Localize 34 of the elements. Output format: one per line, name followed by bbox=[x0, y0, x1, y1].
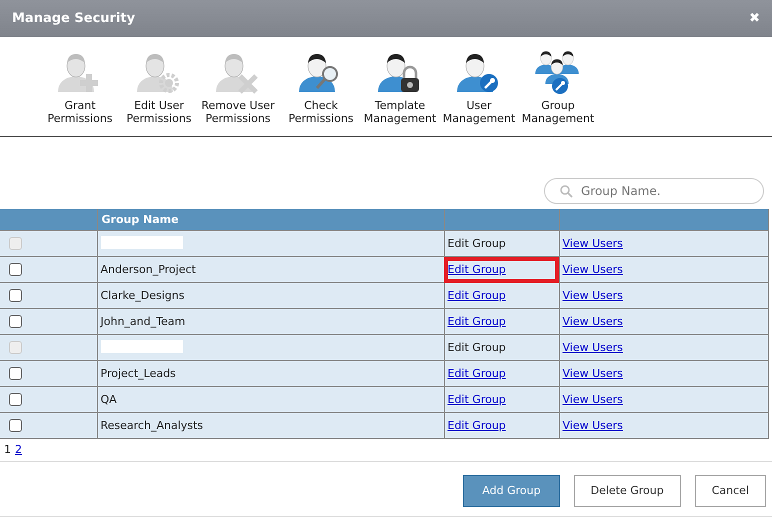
toolbar-button[interactable]: Template Management bbox=[360, 48, 440, 126]
people-wrench-icon bbox=[534, 48, 582, 96]
group-name-cell: John_and_Team bbox=[97, 308, 444, 335]
group-name-cell: Project_Leads bbox=[97, 360, 444, 387]
view-users-link[interactable]: View Users bbox=[562, 315, 623, 328]
checkbox[interactable] bbox=[9, 419, 22, 432]
current-page: 1 bbox=[4, 443, 11, 456]
checkbox[interactable] bbox=[9, 393, 22, 406]
group-name-cell: Research_Analysts bbox=[97, 412, 444, 439]
search-icon bbox=[560, 185, 573, 198]
edit-group-link[interactable]: Edit Group bbox=[448, 263, 506, 276]
toolbar-button[interactable]: Group Management bbox=[518, 48, 598, 126]
dialog-button[interactable]: Delete Group bbox=[574, 474, 681, 507]
edit-group-label: Edit Group bbox=[448, 237, 506, 250]
checkbox[interactable] bbox=[9, 315, 22, 328]
view-users-link[interactable]: View Users bbox=[562, 367, 623, 380]
group-name-cell: Clarke_Designs bbox=[97, 282, 444, 309]
checkbox[interactable] bbox=[9, 263, 22, 276]
view-users-link[interactable]: View Users bbox=[562, 289, 623, 302]
dialog-button[interactable]: Cancel bbox=[694, 474, 766, 507]
toolbar-button[interactable]: Check Permissions bbox=[281, 48, 361, 126]
page-link[interactable]: 2 bbox=[15, 443, 22, 456]
column-header: Group Name bbox=[97, 209, 444, 231]
edit-group-label: Edit Group bbox=[448, 341, 506, 354]
group-name-cell: Anderson_Project bbox=[97, 256, 444, 283]
view-users-link[interactable]: View Users bbox=[562, 263, 623, 276]
checkbox[interactable] bbox=[9, 289, 22, 302]
window-title: Manage Security bbox=[12, 11, 136, 26]
group-name-cell: QA bbox=[97, 386, 444, 413]
toolbar-button[interactable]: User Management bbox=[439, 48, 519, 126]
checkbox[interactable] bbox=[9, 367, 22, 380]
search-field[interactable]: Group Name. bbox=[544, 178, 764, 204]
view-users-link[interactable]: View Users bbox=[562, 393, 623, 406]
view-users-link[interactable]: View Users bbox=[562, 419, 623, 432]
